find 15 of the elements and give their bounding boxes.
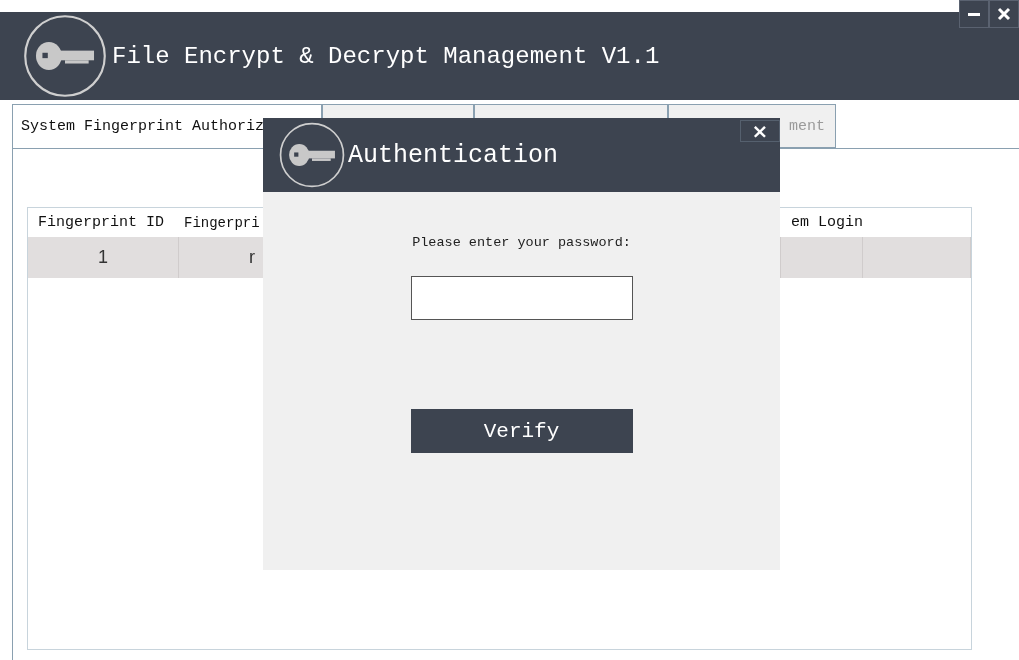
close-icon — [997, 7, 1011, 21]
verify-button[interactable]: Verify — [410, 409, 633, 453]
column-header: Fingerprint ID — [37, 213, 166, 233]
password-field[interactable] — [410, 276, 633, 320]
column-header: em Login — [790, 213, 863, 233]
table-cell-text: 1 — [97, 247, 109, 268]
window-title: File Encrypt & Decrypt Management V1.1 — [112, 42, 660, 70]
close-button[interactable] — [989, 0, 1019, 28]
dialog-title: Authentication — [348, 140, 559, 170]
close-button[interactable]: × — [740, 120, 780, 142]
password-prompt: Please enter your password: — [412, 235, 631, 250]
minimize-button[interactable] — [959, 0, 989, 28]
table-cell-text: r — [248, 247, 255, 268]
key-icon — [278, 121, 346, 189]
column-header: Fingerpri — [183, 213, 261, 233]
